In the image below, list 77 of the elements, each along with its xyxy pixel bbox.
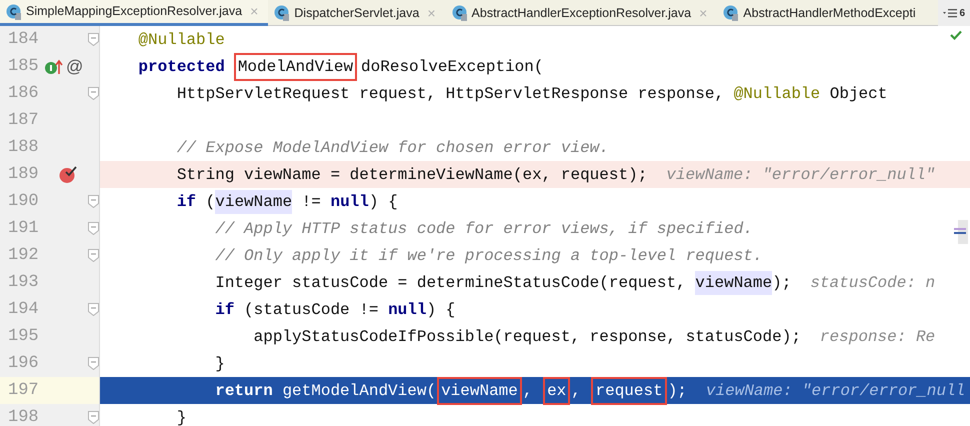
code-text: , xyxy=(571,380,582,402)
editor-tab[interactable]: AbstractHandlerExceptionResolver.java × xyxy=(446,0,718,26)
code-text: HttpServletRequest request, HttpServletResponse response, xyxy=(176,84,726,104)
fold-marker-icon[interactable] xyxy=(88,195,99,208)
line-number: 197 xyxy=(8,380,40,402)
editor-tab[interactable]: DispatcherServlet.java × xyxy=(268,0,446,26)
editor-tab[interactable]: SimpleMappingExceptionResolver.java × xyxy=(0,0,268,26)
code-text: } xyxy=(215,354,225,374)
inline-hint: viewName: "error/error_null" xyxy=(666,164,936,186)
class-file-icon xyxy=(452,5,468,21)
list-icon xyxy=(943,7,958,19)
line-number: 198 xyxy=(8,406,40,426)
inline-hint: response: Re xyxy=(820,326,936,348)
editor-tab[interactable]: AbstractHandlerMethodExcepti xyxy=(717,0,920,26)
code-text: (statusCode != xyxy=(244,300,380,320)
scroll-marker-icon xyxy=(954,220,968,244)
class-file-icon xyxy=(723,5,740,21)
keyword: null xyxy=(330,192,369,212)
highlighted-usage: viewName xyxy=(695,270,772,294)
fold-marker-icon[interactable] xyxy=(88,303,99,316)
code-text: ( xyxy=(206,192,216,212)
keyword: null xyxy=(388,300,426,320)
keyword: return xyxy=(215,380,273,402)
line-number: 189 xyxy=(8,164,40,186)
line-number: 190 xyxy=(8,190,40,213)
inline-hint: statusCode: n xyxy=(810,272,936,294)
keyword: if xyxy=(215,300,234,320)
code-text: } xyxy=(176,408,186,426)
fold-marker-icon[interactable] xyxy=(88,87,99,100)
code-text: Integer statusCode = determineStatusCode(request, xyxy=(215,272,687,294)
code-text: applyStatusCodeIfPossible(request, response, statusCode); xyxy=(254,326,801,348)
boxed-token: request xyxy=(591,376,667,404)
boxed-token: ModelAndView xyxy=(234,52,358,80)
line-number: 194 xyxy=(8,298,40,321)
line-number: 184 xyxy=(8,28,40,51)
class-file-icon xyxy=(274,5,290,21)
fold-marker-icon[interactable] xyxy=(88,357,99,370)
code-comment: // Apply HTTP status code for error views, if specified. xyxy=(215,218,753,240)
line-number: 187 xyxy=(8,110,40,132)
line-number: 192 xyxy=(8,244,40,267)
line-number: 188 xyxy=(8,136,40,159)
implements-icon[interactable] xyxy=(44,58,64,74)
keyword: protected xyxy=(138,56,225,78)
fold-marker-icon[interactable] xyxy=(88,222,99,235)
code-comment: // Only apply it if we're processing a top-level request. xyxy=(215,246,763,266)
boxed-token: ex xyxy=(543,376,570,404)
code-text: ) { xyxy=(426,300,456,320)
line-number: 186 xyxy=(8,82,40,105)
code-text: != xyxy=(302,192,322,212)
override-marker[interactable]: @ xyxy=(66,54,84,80)
line-number: 196 xyxy=(8,352,40,375)
keyword: if xyxy=(176,192,196,212)
code-comment: // Expose ModelAndView for chosen error view. xyxy=(176,138,609,158)
code-text: getModelAndView( xyxy=(282,380,436,402)
line-number: 195 xyxy=(8,326,40,348)
breakpoint-icon[interactable] xyxy=(59,166,77,183)
boxed-token: viewName xyxy=(437,376,522,404)
fold-marker-icon[interactable] xyxy=(88,411,99,424)
class-file-icon xyxy=(6,4,22,20)
code-text: , xyxy=(522,380,534,402)
line-number: 191 xyxy=(8,218,40,240)
fold-marker-icon[interactable] xyxy=(88,249,99,262)
annotation: @Nullable xyxy=(734,84,820,104)
hidden-tabs-button[interactable]: 6 xyxy=(938,0,970,26)
code-text: String viewName = determineViewName(ex, request); xyxy=(176,164,648,186)
check-icon xyxy=(950,30,962,40)
highlighted-usage: viewName xyxy=(215,190,292,214)
inline-hint: viewName: "error/error_null xyxy=(706,380,966,402)
code-text: Object xyxy=(830,84,888,104)
code-text: doResolveException( xyxy=(361,56,544,78)
line-number: 193 xyxy=(8,272,40,294)
code-text: ) { xyxy=(368,192,398,212)
code-text: ); xyxy=(772,272,792,294)
fold-marker-icon[interactable] xyxy=(88,33,99,46)
code-text: ); xyxy=(668,380,687,402)
annotation: @Nullable xyxy=(138,30,225,50)
line-number: 185 xyxy=(8,56,40,78)
